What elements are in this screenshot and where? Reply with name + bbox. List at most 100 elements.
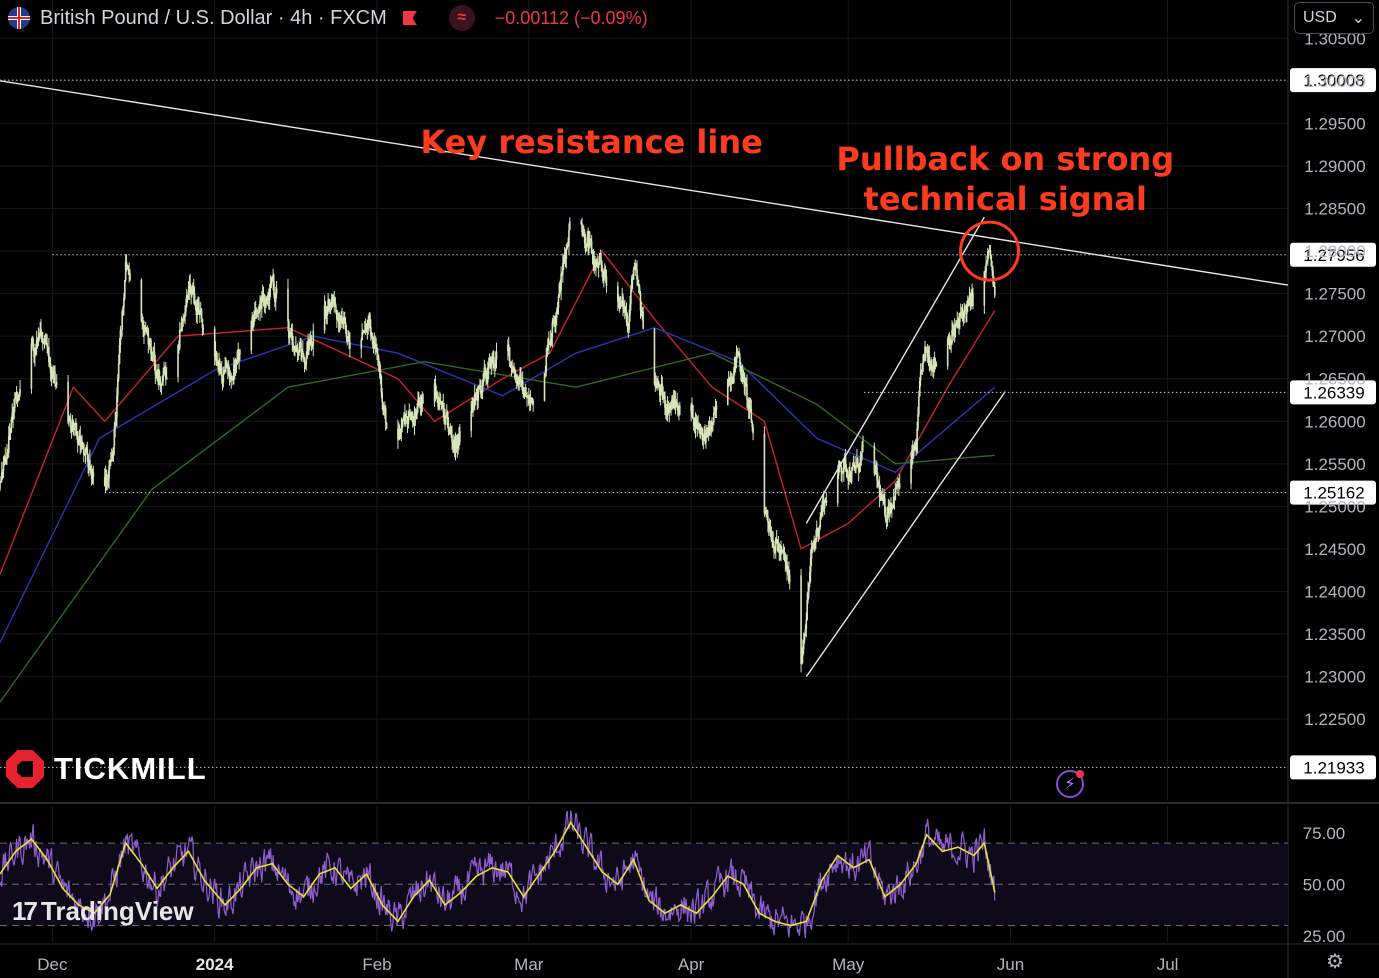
candle-body [459,430,461,442]
price-tick-label: 1.22500 [1304,710,1365,729]
candle-body [495,351,498,360]
tradingview-logo[interactable]: 17 TradingView [12,896,194,927]
candle-body [836,475,839,504]
time-tick-label: Jun [997,955,1024,974]
tickmill-logo-icon [6,750,44,788]
candle-body [144,331,146,335]
candle-body [532,400,534,405]
candle-body [894,487,897,501]
candle-body [715,404,718,411]
candle-body [678,405,681,415]
level-price-label: 1.21933 [1303,758,1364,777]
candle-body [384,407,387,423]
price-tick-label: 1.25500 [1304,455,1365,474]
symbol-header: British Pound / U.S. Dollar · 4h · FXCM … [8,4,648,32]
symbol-title[interactable]: British Pound / U.S. Dollar · 4h · FXCM [40,7,387,30]
annotation-pullback_line1: Pullback on strong [836,140,1174,178]
annotation-pullback_line2: technical signal [864,180,1147,218]
chevron-down-icon: ⌄ [1351,10,1365,27]
candle-body [569,221,571,230]
price-chart[interactable]: 1.300081.279561.263391.251621.21933 1.22… [0,0,1379,978]
price-tick-label: 1.23500 [1304,625,1365,644]
price-tick-label: 1.23000 [1304,668,1365,687]
candle-body [972,292,974,307]
candle-body [222,373,225,383]
candle-body [385,422,388,429]
candle-body [404,417,407,424]
candle-body [275,288,278,295]
candle-body [850,470,853,482]
tickmill-wordmark: TICKMILL [54,751,207,786]
candle-body [46,342,48,347]
time-tick-label: May [832,955,865,974]
annotation-key_resistance: Key resistance line [420,123,762,161]
candle-body [178,330,181,349]
price-tick-label: 1.28500 [1304,200,1365,219]
red-flag-icon[interactable] [402,11,417,25]
candle-body [200,309,203,319]
rsi-tick-label: 25.00 [1303,927,1346,946]
candle-body [422,402,425,404]
candle-body [19,388,21,394]
candle-body [560,274,562,291]
price-tick-label: 1.24500 [1304,540,1365,559]
tickmill-logo: TICKMILL [6,750,207,788]
candle-body [825,500,828,504]
time-tick-label: Feb [362,955,391,974]
candle-body [55,382,58,385]
candle-body [601,265,603,273]
price-tick-label: 1.24000 [1304,582,1365,601]
candle-body [30,344,33,389]
candle-body [73,424,75,431]
candle-body [642,311,644,329]
notification-dot [1076,770,1084,778]
candle-body [312,330,315,346]
candle-body [862,445,864,447]
candle-body [993,286,996,296]
price-tick-label: 1.28000 [1304,242,1365,261]
price-tick-label: 1.26000 [1304,412,1365,431]
candle-body [750,409,753,422]
candle-body [692,405,694,419]
price-tick-label: 1.27000 [1304,327,1365,346]
candle-body [605,276,608,286]
candle-body [345,329,348,337]
candle-body [568,229,570,246]
price-change: −0.00112 (−0.09%) [494,7,648,28]
price-tick-label: 1.30000 [1304,72,1365,91]
candle-body [69,418,72,428]
candle-body [916,428,918,453]
candle-body [117,363,120,379]
candle-body [239,350,241,355]
currency-select[interactable]: USD ⌄ [1294,2,1374,34]
uk-us-flag-icon [8,7,30,29]
candle-body [918,396,920,414]
candle-body [507,344,510,348]
candle-body [92,472,95,477]
candle-body [493,356,495,364]
price-tick-label: 1.26500 [1304,370,1365,389]
candle-body [123,280,126,298]
candle-body [360,339,363,349]
lightning-icon[interactable]: ⚡ [1056,770,1084,798]
candle-body [805,619,808,630]
time-tick-label: Jul [1157,955,1179,974]
candle-body [935,363,938,367]
tradingview-wordmark: TradingView [40,896,194,926]
candle-body [898,483,901,488]
candle-body [788,575,791,582]
candle-body [763,433,766,514]
candle-body [0,482,1,490]
price-tick-label: 1.25000 [1304,497,1365,516]
candle-body [470,410,473,431]
candle-body [202,328,205,330]
candle-body [632,269,635,280]
indicator-wave-icon[interactable]: ≈ [448,5,475,31]
candle-body [545,356,548,372]
candle-body [40,328,42,332]
settings-gear-icon[interactable]: ⚙ [1324,950,1346,973]
rsi-tick-label: 75.00 [1303,824,1346,843]
candle-body [54,371,56,384]
candle-body [401,420,404,428]
candle-body [129,273,131,280]
